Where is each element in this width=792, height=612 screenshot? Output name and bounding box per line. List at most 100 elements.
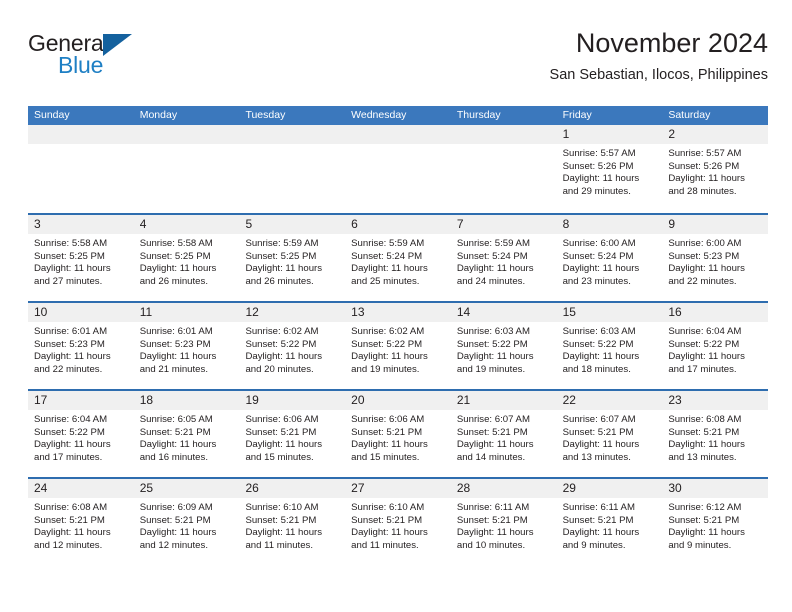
day-number: 9 [668,217,675,231]
day-cell[interactable]: 24 Sunrise: 6:08 AM Sunset: 5:21 PM Dayligh… [28,479,134,565]
daylight-text: Daylight: 11 hours and 11 minutes. [245,527,323,551]
day-number: 2 [668,127,675,141]
sunset-text: Sunset: 5:21 PM [668,426,740,438]
sunrise-text: Sunrise: 5:59 AM [245,238,319,249]
daylight-text: Daylight: 11 hours and 17 minutes. [668,351,745,375]
day-number-band: 21 [450,391,557,410]
day-cell[interactable]: 6 Sunrise: 5:59 AM Sunset: 5:24 PM Daylight… [345,215,451,301]
day-sun-info: Sunrise: 5:57 AM Sunset: 5:26 PM Daylight:… [662,144,768,198]
day-number: 10 [34,305,48,319]
day-cell[interactable]: 7 Sunrise: 5:59 AM Sunset: 5:24 PM Daylight… [450,215,557,301]
sunset-text: Sunset: 5:21 PM [456,426,528,438]
general-blue-logo[interactable]: General Blue [28,30,228,88]
calendar-week-row: 1 Sunrise: 5:57 AM Sunset: 5:26 PM Daylight… [28,125,769,213]
day-cell[interactable]: 23 Sunrise: 6:08 AM Sunset: 5:21 PM Dayligh… [662,391,769,477]
sunset-text: Sunset: 5:21 PM [562,426,634,438]
day-sun-info: Sunrise: 6:00 AM Sunset: 5:23 PM Daylight:… [662,234,768,288]
daylight-text: Daylight: 11 hours and 26 minutes. [139,263,217,287]
day-sun-info: Sunrise: 6:01 AM Sunset: 5:23 PM Daylight:… [28,322,134,376]
day-number-band: 29 [556,479,663,498]
day-cell[interactable]: 16 Sunrise: 6:04 AM Sunset: 5:22 PM Dayligh… [662,303,769,389]
sunrise-text: Sunrise: 6:08 AM [668,414,742,425]
day-cell[interactable]: 13 Sunrise: 6:02 AM Sunset: 5:22 PM Dayligh… [345,303,451,389]
day-number-band: 9 [662,215,769,234]
blue-triangle-icon [103,34,132,56]
sunset-text: Sunset: 5:22 PM [562,338,634,350]
sunset-text: Sunset: 5:23 PM [668,250,740,262]
day-number-band: 7 [450,215,557,234]
daylight-text: Daylight: 11 hours and 28 minutes. [668,173,745,197]
day-sun-info: Sunrise: 5:58 AM Sunset: 5:25 PM Daylight:… [134,234,240,288]
day-cell-empty [28,125,134,213]
sunrise-text: Sunrise: 6:01 AM [139,326,213,337]
calendar-week-row: 10 Sunrise: 6:01 AM Sunset: 5:23 PM Dayligh… [28,301,769,389]
day-number-band: 22 [556,391,663,410]
sunrise-text: Sunrise: 6:09 AM [139,502,213,513]
day-cell[interactable]: 5 Sunrise: 5:59 AM Sunset: 5:25 PM Daylight… [239,215,346,301]
day-cell[interactable]: 22 Sunrise: 6:07 AM Sunset: 5:21 PM Dayligh… [556,391,663,477]
day-cell[interactable]: 29 Sunrise: 6:11 AM Sunset: 5:21 PM Dayligh… [556,479,663,565]
daylight-text: Daylight: 11 hours and 13 minutes. [562,439,640,463]
sunrise-text: Sunrise: 6:00 AM [668,238,742,249]
day-number: 30 [668,481,682,495]
day-cell[interactable]: 1 Sunrise: 5:57 AM Sunset: 5:26 PM Daylight… [556,125,663,213]
day-cell[interactable]: 14 Sunrise: 6:03 AM Sunset: 5:22 PM Dayligh… [450,303,557,389]
day-cell[interactable]: 19 Sunrise: 6:06 AM Sunset: 5:21 PM Dayligh… [239,391,346,477]
day-cell[interactable]: 18 Sunrise: 6:05 AM Sunset: 5:21 PM Dayligh… [133,391,240,477]
day-cell[interactable]: 25 Sunrise: 6:09 AM Sunset: 5:21 PM Dayligh… [133,479,240,565]
day-cell[interactable]: 3 Sunrise: 5:58 AM Sunset: 5:25 PM Daylight… [28,215,134,301]
daylight-text: Daylight: 11 hours and 15 minutes. [351,439,428,463]
day-cell[interactable]: 27 Sunrise: 6:10 AM Sunset: 5:21 PM Dayligh… [345,479,451,565]
day-cell[interactable]: 4 Sunrise: 5:58 AM Sunset: 5:25 PM Daylight… [133,215,240,301]
sunrise-text: Sunrise: 5:59 AM [456,238,530,249]
day-cell-empty [133,125,240,213]
day-number-band [133,125,240,144]
day-cell-empty [345,125,451,213]
sunset-text: Sunset: 5:22 PM [245,338,317,350]
day-cell-empty [239,125,346,213]
day-cell[interactable]: 2 Sunrise: 5:57 AM Sunset: 5:26 PM Daylight… [662,125,769,213]
day-cell[interactable]: 21 Sunrise: 6:07 AM Sunset: 5:21 PM Dayligh… [450,391,557,477]
day-cell[interactable]: 30 Sunrise: 6:12 AM Sunset: 5:21 PM Dayligh… [662,479,769,565]
day-cell[interactable]: 15 Sunrise: 6:03 AM Sunset: 5:22 PM Dayligh… [556,303,663,389]
day-number: 14 [456,305,471,319]
sunrise-text: Sunrise: 5:57 AM [668,148,742,159]
daylight-text: Daylight: 11 hours and 11 minutes. [351,527,428,551]
day-number-band: 13 [345,303,451,322]
day-sun-info: Sunrise: 6:07 AM Sunset: 5:21 PM Daylight:… [557,410,663,464]
day-sun-info: Sunrise: 6:02 AM Sunset: 5:22 PM Daylight:… [345,322,451,376]
day-number: 26 [245,481,259,495]
day-cell[interactable]: 20 Sunrise: 6:06 AM Sunset: 5:21 PM Dayligh… [345,391,451,477]
day-sun-info: Sunrise: 6:11 AM Sunset: 5:21 PM Daylight:… [451,498,557,552]
sunrise-text: Sunrise: 6:01 AM [34,326,108,337]
day-number: 27 [351,481,365,495]
day-cell[interactable]: 17 Sunrise: 6:04 AM Sunset: 5:22 PM Dayligh… [28,391,134,477]
day-cell[interactable]: 10 Sunrise: 6:01 AM Sunset: 5:23 PM Dayligh… [28,303,134,389]
day-cell[interactable]: 28 Sunrise: 6:11 AM Sunset: 5:21 PM Dayligh… [450,479,557,565]
day-cell[interactable]: 26 Sunrise: 6:10 AM Sunset: 5:21 PM Dayligh… [239,479,346,565]
sunset-text: Sunset: 5:22 PM [351,338,423,350]
day-cell[interactable]: 12 Sunrise: 6:02 AM Sunset: 5:22 PM Dayligh… [239,303,346,389]
daylight-text: Daylight: 11 hours and 13 minutes. [668,439,745,463]
day-number-band: 26 [239,479,346,498]
day-number-band: 23 [662,391,769,410]
sunset-text: Sunset: 5:25 PM [245,250,317,262]
day-number-band: 20 [345,391,451,410]
day-cell[interactable]: 11 Sunrise: 6:01 AM Sunset: 5:23 PM Dayligh… [133,303,240,389]
day-number-band: 14 [450,303,557,322]
day-cell[interactable]: 9 Sunrise: 6:00 AM Sunset: 5:23 PM Daylight… [662,215,769,301]
day-cell[interactable]: 8 Sunrise: 6:00 AM Sunset: 5:24 PM Daylight… [556,215,663,301]
day-number: 22 [562,393,576,407]
sunrise-text: Sunrise: 6:02 AM [351,326,425,337]
day-sun-info: Sunrise: 6:04 AM Sunset: 5:22 PM Daylight:… [28,410,134,464]
title-block: November 2024 San Sebastian, Ilocos, Phi… [550,26,768,86]
daylight-text: Daylight: 11 hours and 15 minutes. [245,439,323,463]
sunset-text: Sunset: 5:22 PM [34,426,105,438]
day-number-band: 2 [662,125,769,144]
page-title: November 2024 [575,28,768,58]
day-number-band: 8 [556,215,663,234]
sunrise-text: Sunrise: 6:10 AM [245,502,319,513]
day-number: 15 [562,305,576,319]
sunset-text: Sunset: 5:21 PM [34,514,105,526]
sunset-text: Sunset: 5:24 PM [562,250,634,262]
